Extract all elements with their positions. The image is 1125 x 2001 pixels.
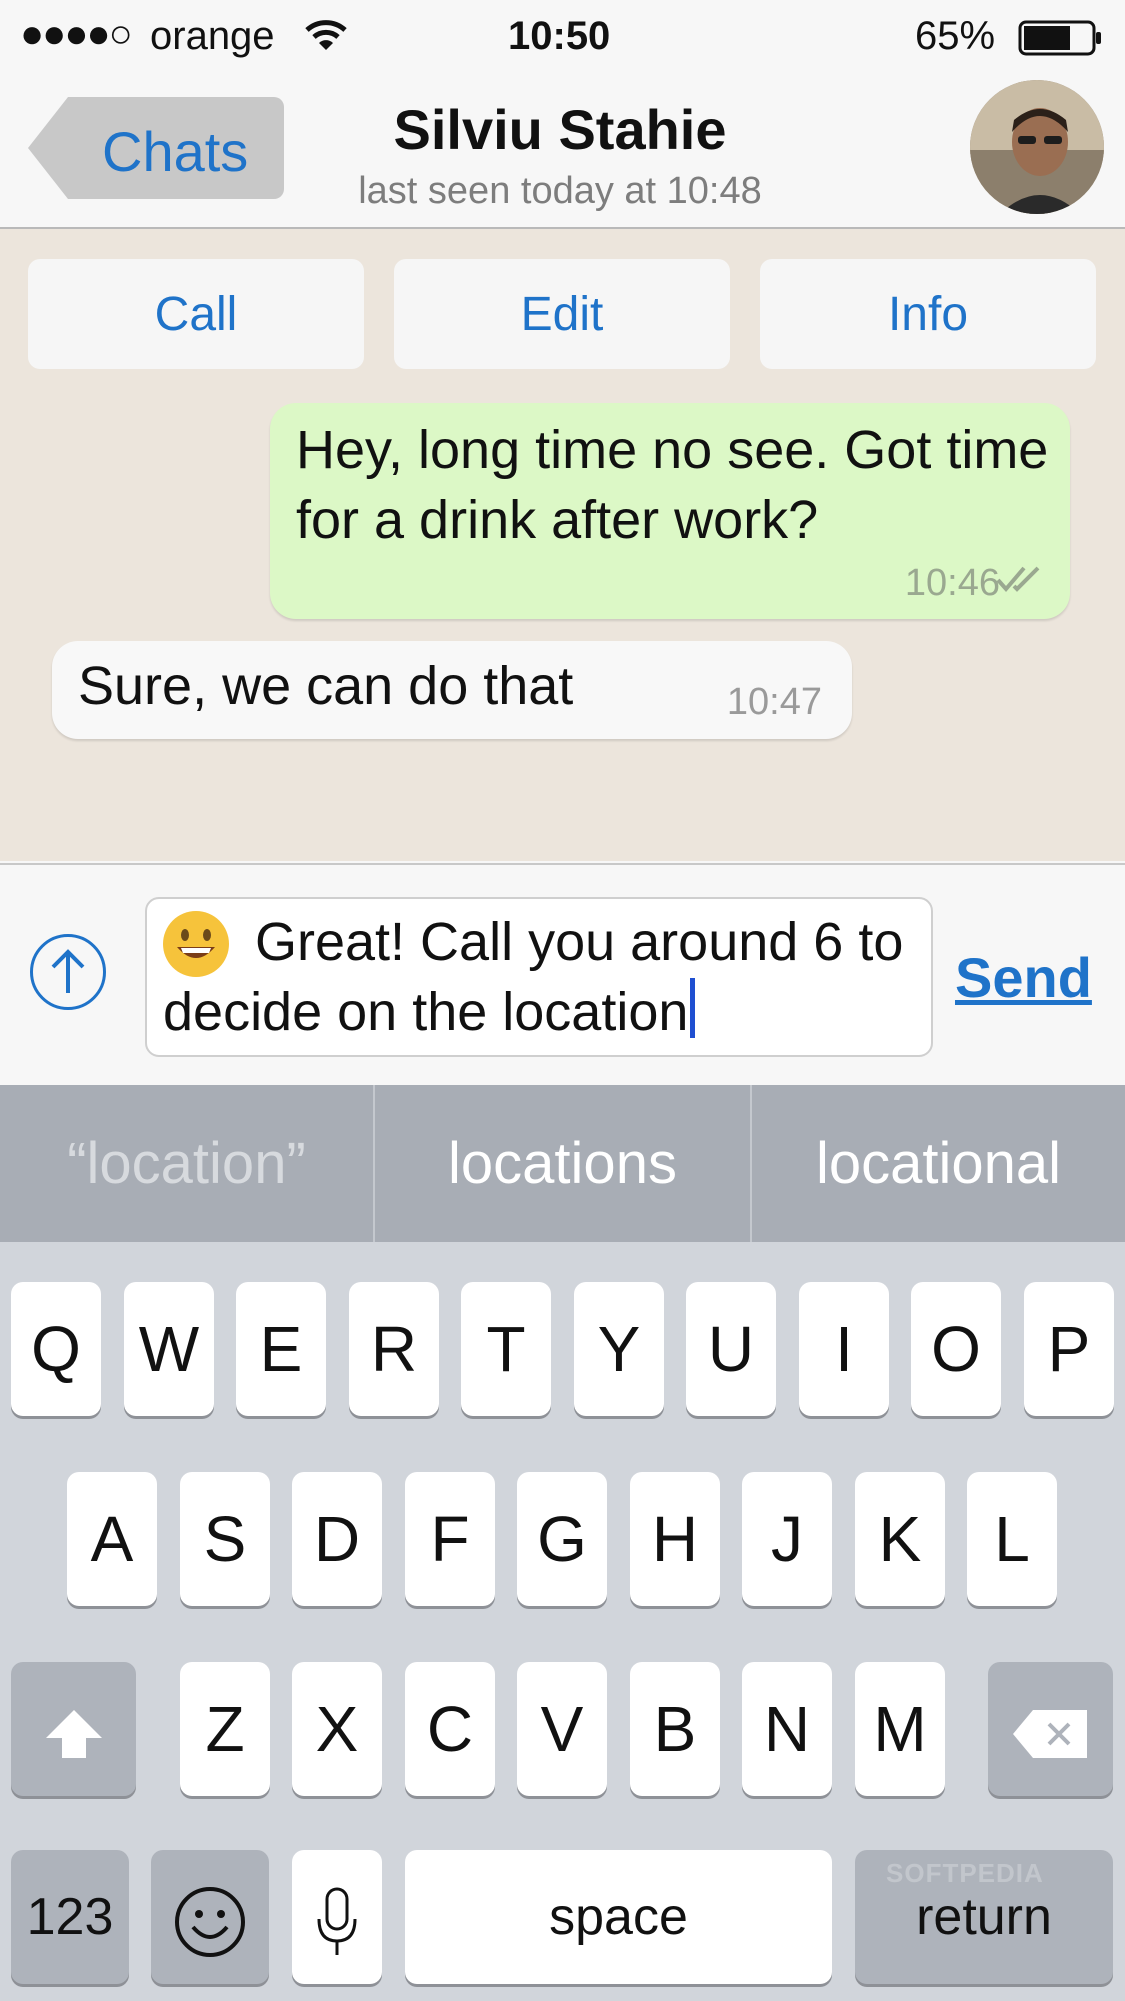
key-d[interactable]: D <box>292 1472 382 1606</box>
edit-button[interactable]: Edit <box>394 259 730 369</box>
carrier-name: orange <box>150 14 275 58</box>
key-j[interactable]: J <box>742 1472 832 1606</box>
battery-percent: 65% <box>915 14 996 58</box>
key-a[interactable]: A <box>67 1472 157 1606</box>
call-button[interactable]: Call <box>28 259 364 369</box>
key-i[interactable]: I <box>799 1282 889 1416</box>
arrow-up-circle-icon[interactable] <box>30 934 106 1010</box>
autocorrect-suggestions: “location” locations locational <box>0 1085 1125 1242</box>
send-button[interactable]: Send <box>955 945 1092 1010</box>
message-text: Hey, long time no see. Got time for a dr… <box>296 420 1049 550</box>
shift-icon <box>42 1693 106 1765</box>
avatar[interactable] <box>970 80 1104 214</box>
key-y[interactable]: Y <box>574 1282 664 1416</box>
key-n[interactable]: N <box>742 1662 832 1796</box>
microphone-icon <box>315 1881 359 1956</box>
key-z[interactable]: Z <box>180 1662 270 1796</box>
shift-key[interactable] <box>11 1662 136 1796</box>
chat-area[interactable]: Call Edit Info Hey, long time no see. Go… <box>0 229 1125 861</box>
key-m[interactable]: M <box>855 1662 945 1796</box>
status-bar: ●●●●○ orange 10:50 65% <box>0 0 1125 75</box>
emoji-icon <box>173 1881 247 1958</box>
message-input-text: Great! Call you around 6 to decide on th… <box>163 912 904 1042</box>
space-key[interactable]: space <box>405 1850 832 1984</box>
key-k[interactable]: K <box>855 1472 945 1606</box>
last-seen-status: last seen today at 10:48 <box>358 170 762 212</box>
key-r[interactable]: R <box>349 1282 439 1416</box>
key-l[interactable]: L <box>967 1472 1057 1606</box>
emoji-key[interactable] <box>151 1850 269 1984</box>
outgoing-message[interactable]: Hey, long time no see. Got time for a dr… <box>270 403 1070 619</box>
dictation-key[interactable] <box>292 1850 382 1984</box>
key-f[interactable]: F <box>405 1472 495 1606</box>
contact-name[interactable]: Silviu Stahie <box>300 97 820 162</box>
battery-icon <box>1018 20 1104 61</box>
back-to-chats-button[interactable]: Chats <box>28 97 284 199</box>
key-x[interactable]: X <box>292 1662 382 1796</box>
key-g[interactable]: G <box>517 1472 607 1606</box>
message-time: 10:46 <box>904 562 1000 604</box>
wifi-icon <box>305 18 347 57</box>
watermark: SOFTPEDIA <box>886 1858 1044 1888</box>
key-t[interactable]: T <box>461 1282 551 1416</box>
back-button-label: Chats <box>102 120 249 183</box>
clock: 10:50 <box>508 14 611 58</box>
message-time: 10:47 <box>726 681 822 723</box>
key-h[interactable]: H <box>630 1472 720 1606</box>
key-w[interactable]: W <box>124 1282 214 1416</box>
delete-key[interactable] <box>988 1662 1113 1796</box>
key-s[interactable]: S <box>180 1472 270 1606</box>
message-input-bar: Great! Call you around 6 to decide on th… <box>0 863 1125 1087</box>
suggestion-original[interactable]: “location” <box>0 1085 373 1242</box>
info-button[interactable]: Info <box>760 259 1096 369</box>
suggestion-locational[interactable]: locational <box>752 1085 1125 1242</box>
backspace-icon <box>1011 1693 1091 1765</box>
message-input[interactable]: Great! Call you around 6 to decide on th… <box>145 897 933 1057</box>
key-b[interactable]: B <box>630 1662 720 1796</box>
key-e[interactable]: E <box>236 1282 326 1416</box>
text-caret <box>690 978 696 1038</box>
suggestion-locations[interactable]: locations <box>375 1085 750 1242</box>
key-o[interactable]: O <box>911 1282 1001 1416</box>
key-v[interactable]: V <box>517 1662 607 1796</box>
signal-strength: ●●●●○ <box>20 12 133 56</box>
double-check-icon <box>996 564 1048 599</box>
key-p[interactable]: P <box>1024 1282 1114 1416</box>
message-text: Sure, we can do that <box>78 656 574 716</box>
numbers-key[interactable]: 123 <box>11 1850 129 1984</box>
key-c[interactable]: C <box>405 1662 495 1796</box>
key-u[interactable]: U <box>686 1282 776 1416</box>
incoming-message[interactable]: Sure, we can do that 10:47 <box>52 641 852 739</box>
navigation-bar: Chats Silviu Stahie last seen today at 1… <box>0 75 1125 229</box>
key-q[interactable]: Q <box>11 1282 101 1416</box>
